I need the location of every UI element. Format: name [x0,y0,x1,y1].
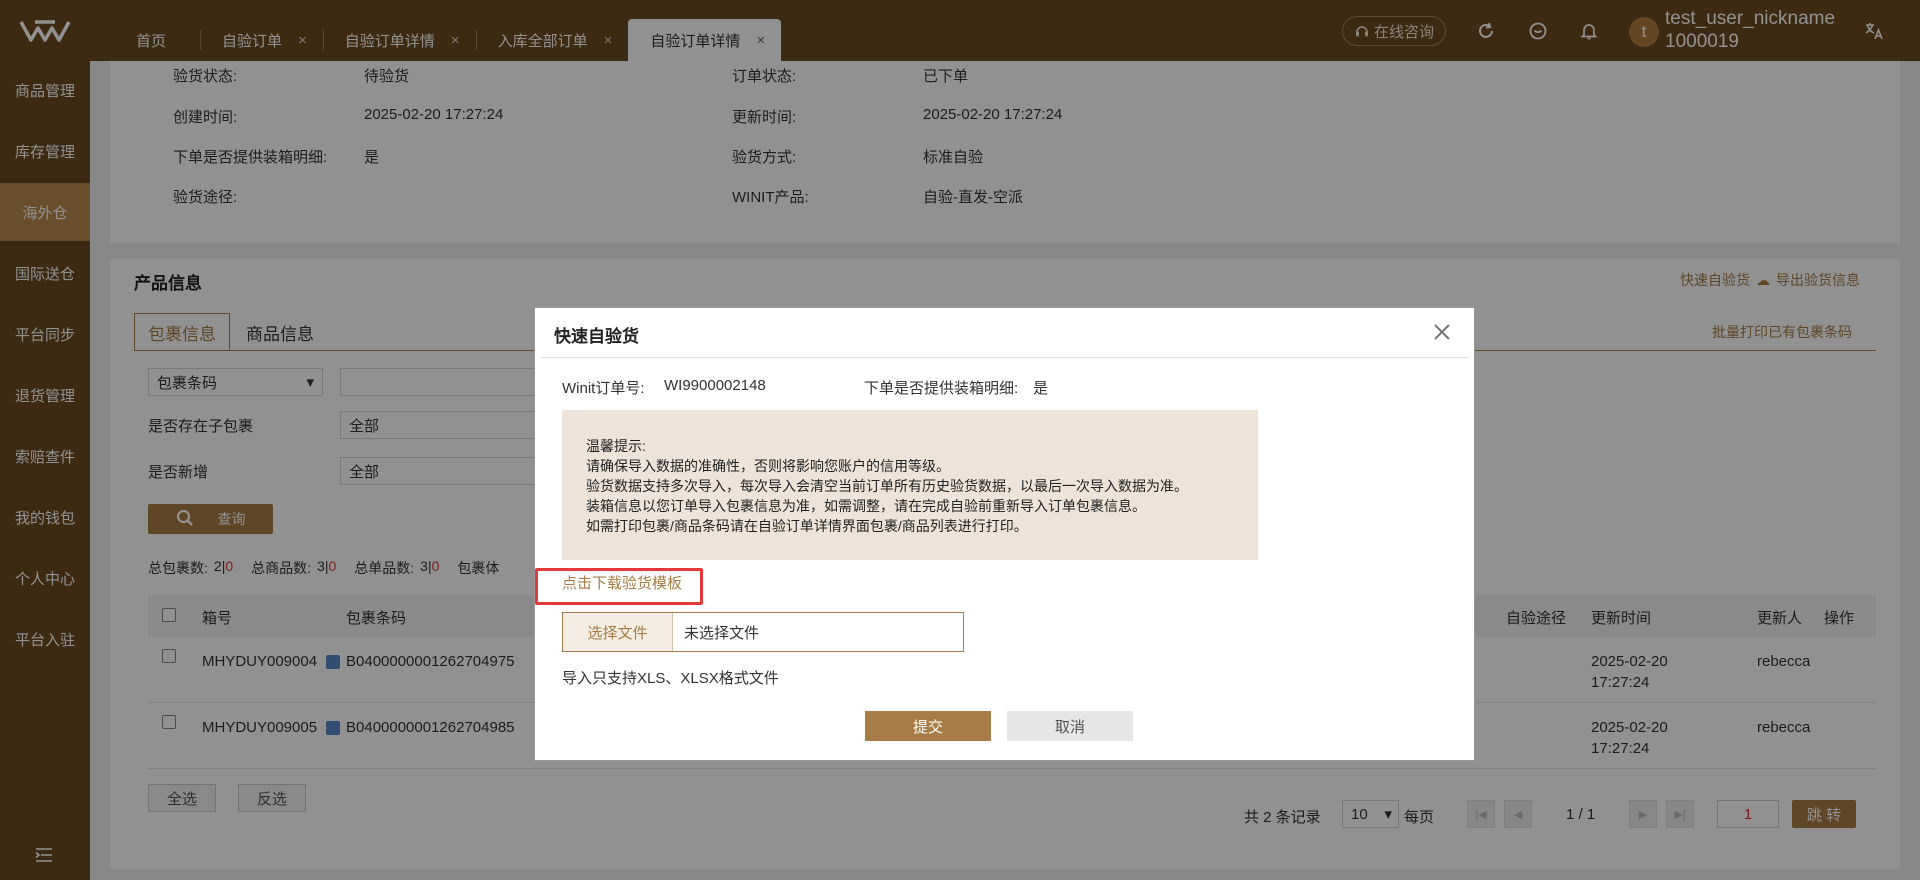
quick-inspect-dialog: 快速自验货 Winit订单号: WI9900002148 下单是否提供装箱明细:… [534,307,1475,761]
tip-title: 温馨提示: [586,438,646,454]
warm-tip-box: 温馨提示: 请确保导入数据的准确性，否则将影响您账户的信用等级。 验货数据支持多… [562,410,1258,560]
packing-detail-label: 下单是否提供装箱明细: [864,380,1019,397]
tip-line: 装箱信息以您订单导入包裹信息为准，如需调整，请在完成自验前重新导入订单包裹信息。 [586,498,1146,514]
winit-order-value: WI9900002148 [664,377,766,394]
choose-file-button[interactable]: 选择文件 [563,613,673,651]
tip-line: 请确保导入数据的准确性，否则将影响您账户的信用等级。 [586,458,950,474]
tip-line: 如需打印包裹/商品条码请在自验订单详情界面包裹/商品列表进行打印。 [586,518,1028,534]
selected-file-name: 未选择文件 [684,624,760,642]
packing-detail-value: 是 [1033,380,1049,397]
tip-line: 验货数据支持多次导入，每次导入会清空当前订单所有历史验货数据，以最后一次导入数据… [586,478,1188,494]
submit-button[interactable]: 提交 [865,711,991,741]
dialog-title: 快速自验货 [554,327,639,346]
dialog-divider [541,357,1469,358]
winit-order-label: Winit订单号: [562,380,645,397]
file-upload[interactable]: 选择文件 未选择文件 [562,612,964,652]
close-icon[interactable] [1430,320,1454,344]
download-template-link[interactable]: 点击下载验货模板 [562,572,682,593]
format-hint: 导入只支持XLS、XLSX格式文件 [562,670,779,687]
cancel-button[interactable]: 取消 [1007,711,1133,741]
